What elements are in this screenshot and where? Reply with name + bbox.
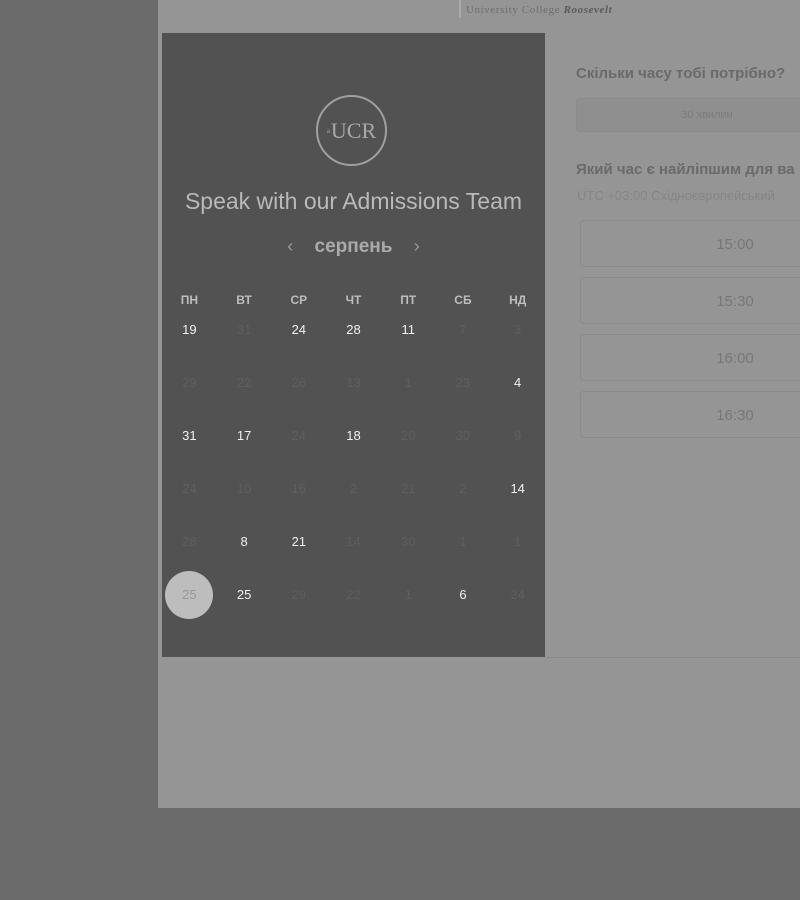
calendar-day[interactable]: 21	[271, 518, 326, 566]
duration-select[interactable]: 30 хвилин	[576, 98, 800, 132]
calendar-day[interactable]: 28	[326, 306, 381, 354]
calendar-day: 20	[401, 428, 416, 443]
calendar-day[interactable]: 18	[326, 412, 381, 460]
calendar-day: 9	[514, 428, 522, 443]
duration-question: Скільки часу тобі потрібно?	[576, 65, 786, 82]
calendar-week-row: 24 10 16 2 21 2 14	[162, 465, 545, 513]
time-slot-list: 15:00 15:30 16:00 16:30	[580, 220, 800, 448]
weekday-label: СБ	[454, 293, 472, 307]
calendar-day[interactable]: 19	[162, 306, 217, 354]
calendar-day: 30	[455, 428, 471, 443]
calendar-day[interactable]: 4	[490, 359, 545, 407]
content-divider	[545, 657, 800, 658]
calendar-day[interactable]: 14	[490, 465, 545, 513]
calendar-day: 23	[455, 375, 471, 390]
brand-name: University College	[466, 4, 561, 16]
calendar-day: 29	[182, 375, 197, 390]
calendar-day: 7	[459, 322, 467, 337]
calendar-day: 24	[291, 428, 307, 443]
brand-name-bold: Roosevelt	[563, 4, 613, 16]
weekday-header: ПН ВТ СР ЧТ ПТ СБ НД	[162, 293, 545, 307]
calendar-day: 2	[459, 481, 467, 496]
time-slot-button[interactable]: 16:30	[580, 391, 800, 438]
chevron-left-icon[interactable]: ‹	[287, 236, 293, 256]
calendar-day[interactable]: 24	[271, 306, 326, 354]
calendar-day: 28	[182, 534, 197, 549]
calendar-day[interactable]: 25	[217, 571, 272, 619]
weekday-label: ЧТ	[345, 293, 362, 307]
calendar-day[interactable]: 11	[381, 306, 436, 354]
weekday-label: ПТ	[400, 293, 417, 307]
calendar-day[interactable]: 6	[436, 571, 491, 619]
timezone-label[interactable]: UTC +03:00 Східноєвропейський	[577, 188, 775, 203]
calendar-day: 22	[346, 587, 361, 602]
brand-divider	[459, 0, 461, 18]
calendar-day: 1	[404, 587, 412, 602]
calendar-day: 3	[514, 322, 522, 337]
time-question: Який час є найліпшим для ва	[576, 161, 795, 178]
weekday-label: НД	[509, 293, 527, 307]
calendar-day: 24	[182, 481, 197, 496]
calendar-week-row: 31 17 24 18 20 30 9	[162, 412, 545, 460]
calendar-week-row: 29 22 26 13 1 23 4	[162, 359, 545, 407]
ucr-logo: a UCR	[316, 95, 387, 166]
time-slot-button[interactable]: 15:00	[580, 220, 800, 267]
calendar-day-selected[interactable]: 25	[162, 571, 217, 619]
calendar-day: 16	[291, 481, 307, 496]
calendar-week-row: 28 8 21 14 30 1 1	[162, 518, 545, 566]
calendar-day: 1	[404, 375, 412, 390]
month-navigation: ‹ серпень ›	[162, 236, 545, 258]
calendar-day: 22	[236, 375, 252, 390]
month-label: серпень	[314, 236, 393, 257]
calendar-day: 2	[349, 481, 358, 496]
calendar-day: 30	[401, 534, 416, 549]
calendar-day[interactable]: 17	[217, 412, 272, 460]
brand-wordmark: University College Roosevelt	[466, 4, 612, 16]
calendar-day: 1	[514, 534, 522, 549]
calendar-day[interactable]: 31	[162, 412, 217, 460]
logo-small: a	[326, 126, 330, 135]
calendar-day: 31	[236, 322, 252, 337]
calendar-day: 26	[291, 375, 307, 390]
chevron-right-icon[interactable]: ›	[414, 236, 420, 256]
calendar-day: 1	[459, 534, 467, 549]
calendar-week-row: 19 31 24 28 11 7 3	[162, 306, 545, 354]
calendar-day: 29	[291, 587, 307, 602]
weekday-label: ПН	[180, 293, 198, 307]
time-slot-button[interactable]: 15:30	[580, 277, 800, 324]
weekday-label: СР	[290, 293, 308, 307]
calendar-week-row: 25 25 29 22 1 6 24	[162, 571, 545, 619]
logo-text: UCR	[330, 117, 377, 143]
calendar-panel: a UCR Speak with our Admissions Team ‹ се…	[162, 33, 545, 657]
calendar-day: 13	[346, 375, 361, 390]
calendar-day: 14	[346, 534, 361, 549]
calendar-day[interactable]: 8	[217, 518, 272, 566]
time-slot-button[interactable]: 16:00	[580, 334, 800, 381]
panel-title: Speak with our Admissions Team	[184, 188, 523, 214]
calendar-day: 24	[510, 587, 525, 602]
calendar-day: 10	[236, 481, 252, 496]
weekday-label: ВТ	[236, 293, 252, 307]
calendar-day: 21	[401, 481, 416, 496]
